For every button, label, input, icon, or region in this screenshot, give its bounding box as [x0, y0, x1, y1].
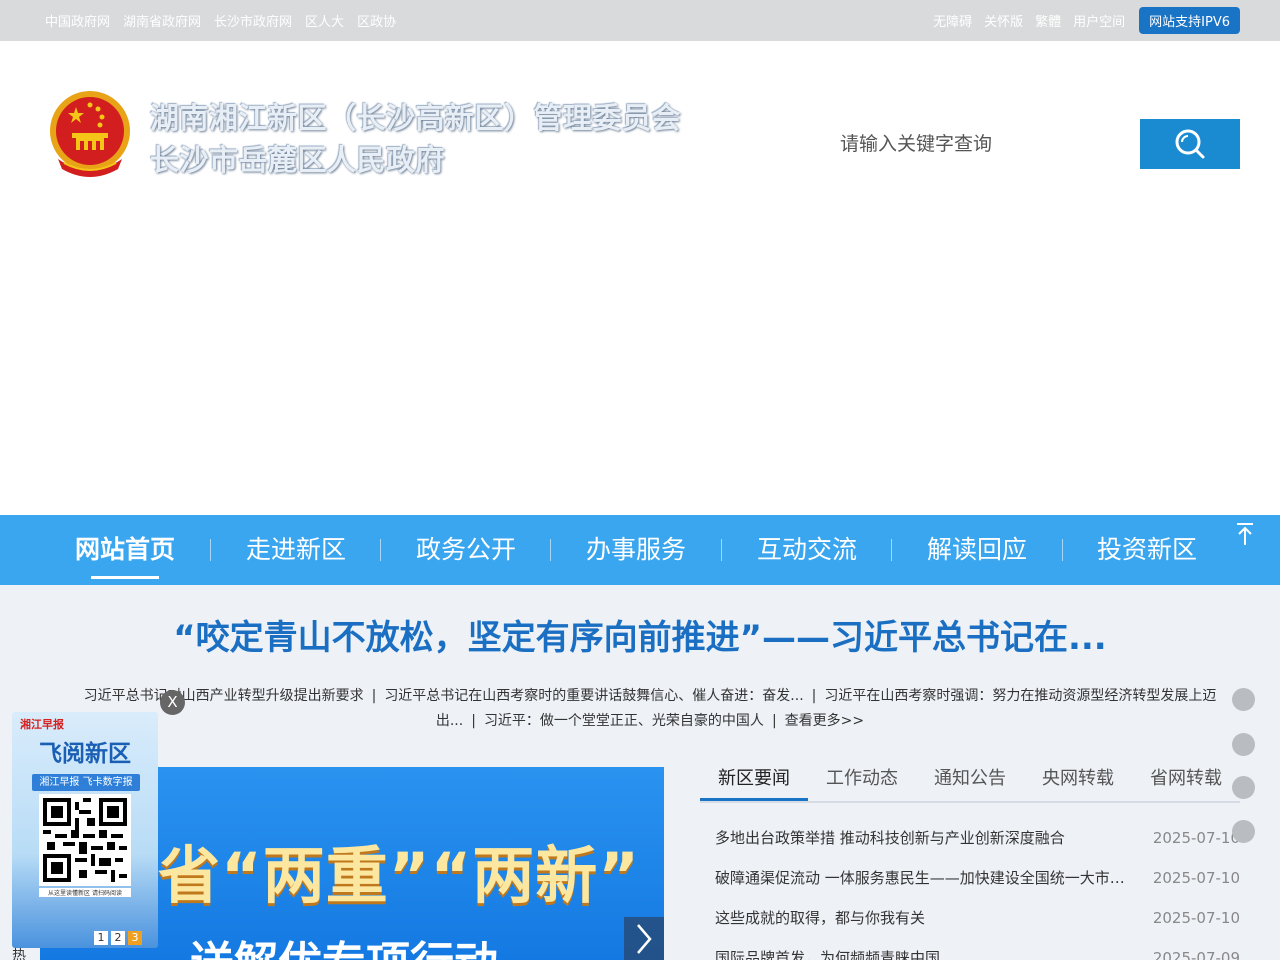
link-user-space[interactable]: 用户空间: [1073, 11, 1125, 30]
nav-active-indicator: [91, 576, 159, 579]
nav-investment[interactable]: 投资新区: [1077, 515, 1217, 585]
headline-title[interactable]: “咬定青山不放松，坚定有序向前推进”——习近平总书记在...: [0, 612, 1280, 664]
ad-title: 飞阅新区: [39, 740, 131, 767]
tab-central-repost[interactable]: 央网转载: [1024, 760, 1132, 801]
site-title-line2: 长沙市岳麓区人民政府: [150, 143, 446, 177]
side-float-button-4[interactable]: [1232, 820, 1255, 843]
site-title: 湖南湘江新区（长沙高新区）管理委员会 长沙市岳麓区人民政府: [150, 97, 681, 181]
tab-work-updates[interactable]: 工作动态: [808, 760, 916, 801]
nav-divider: [550, 539, 551, 561]
main-nav: 网站首页 走进新区 政务公开 办事服务 互动交流 解读回应 投资新区: [0, 515, 1280, 585]
nav-divider: [1062, 539, 1063, 561]
ad-qr-hint: 从这里读懂新区 请扫码阅读: [39, 888, 131, 897]
news-date: 2025-07-10: [1152, 909, 1240, 927]
nav-interaction[interactable]: 互动交流: [737, 515, 877, 585]
more-link[interactable]: 查看更多>>: [785, 713, 864, 729]
search-icon: [1175, 129, 1205, 159]
banner-subheadline-text: 送解优专项行动: [190, 927, 498, 960]
nav-divider: [891, 539, 892, 561]
related-link-4[interactable]: 习近平：做一个堂堂正正、光荣自豪的中国人: [484, 713, 764, 729]
carousel-next-button[interactable]: [624, 917, 664, 960]
link-hunan-gov[interactable]: 湖南省政府网: [123, 11, 201, 30]
related-link-2[interactable]: 习近平总书记在山西考察时的重要讲话鼓舞信心、催人奋进：奋发...: [384, 688, 803, 704]
national-emblem-icon: [50, 91, 130, 177]
link-district-npc[interactable]: 区人大: [305, 11, 344, 30]
ipv6-badge[interactable]: 网站支持IPV6: [1139, 7, 1240, 34]
link-changsha-gov[interactable]: 长沙市政府网: [214, 11, 292, 30]
ad-page-1[interactable]: 1: [94, 931, 108, 945]
nav-about[interactable]: 走进新区: [226, 515, 366, 585]
close-ad-button[interactable]: X: [160, 690, 185, 715]
nav-divider: [210, 539, 211, 561]
related-link-1[interactable]: 习近平总书记对山西产业转型升级提出新要求: [84, 688, 364, 704]
site-title-line1: 湖南湘江新区（长沙高新区）管理委员会: [150, 101, 682, 135]
list-item[interactable]: 国际品牌首发，为何频频青睐中国 2025-07-09: [700, 940, 1240, 960]
nav-divider: [380, 539, 381, 561]
nav-services[interactable]: 办事服务: [566, 515, 706, 585]
ad-page-3[interactable]: 3: [128, 931, 142, 945]
link-district-cppcc[interactable]: 区政协: [357, 11, 396, 30]
tab-district-news[interactable]: 新区要闻: [700, 760, 808, 801]
tab-notices[interactable]: 通知公告: [916, 760, 1024, 801]
top-utility-bar: 中国政府网 湖南省政府网 长沙市政府网 区人大 区政协 无障碍 关怀版 繁體 用…: [0, 0, 1280, 41]
ad-subtitle: 湘江早报 飞卡数字报: [32, 774, 140, 791]
link-accessibility[interactable]: 无障碍: [933, 11, 972, 30]
list-item[interactable]: 多地出台政策举措 推动科技创新与产业创新深度融合 2025-07-10: [700, 820, 1240, 860]
floating-ad-digital-paper[interactable]: 湘江早报 飞阅新区 湘江早报 飞卡数字报 从这里读懂新区 请扫码阅读 1 2 3: [12, 712, 158, 948]
chevron-right-icon: [637, 923, 652, 954]
header-banner: 湖南湘江新区（长沙高新区）管理委员会 长沙市岳麓区人民政府: [0, 41, 1280, 515]
ad-pagination: 1 2 3: [94, 931, 142, 945]
link-care-mode[interactable]: 关怀版: [984, 11, 1023, 30]
news-title[interactable]: 多地出台政策举措 推动科技创新与产业创新深度融合: [715, 820, 1130, 856]
nav-interpretation[interactable]: 解读回应: [907, 515, 1047, 585]
search-box: [825, 119, 1140, 169]
accessibility-links: 无障碍 关怀版 繁體 用户空间 网站支持IPV6: [933, 0, 1240, 41]
news-date: 2025-07-10: [1152, 869, 1240, 887]
news-title[interactable]: 国际品牌首发，为何频频青睐中国: [715, 940, 1130, 960]
news-date: 2025-07-10: [1152, 829, 1240, 847]
list-item[interactable]: 破障通渠促流动 一体服务惠民生——加快建设全国统一大市场... 2025-07-…: [700, 860, 1240, 900]
news-title[interactable]: 这些成就的取得，都与你我有关: [715, 900, 1130, 936]
news-list: 多地出台政策举措 推动科技创新与产业创新深度融合 2025-07-10 破障通渠…: [700, 820, 1240, 960]
side-float-button-3[interactable]: [1232, 776, 1255, 799]
news-tabs: 新区要闻 工作动态 通知公告 央网转载 省网转载: [700, 760, 1240, 803]
tab-provincial-repost[interactable]: 省网转载: [1132, 760, 1240, 801]
back-to-top-icon[interactable]: [1234, 521, 1256, 547]
qr-code-icon: [39, 794, 131, 886]
banner-headline-text: 省“两重”“两新”: [158, 839, 640, 912]
side-float-button-1[interactable]: [1232, 688, 1255, 711]
news-date: 2025-07-09: [1152, 949, 1240, 960]
list-item[interactable]: 这些成就的取得，都与你我有关 2025-07-10: [700, 900, 1240, 940]
news-title[interactable]: 破障通渠促流动 一体服务惠民生——加快建设全国统一大市场...: [715, 860, 1130, 896]
external-links: 中国政府网 湖南省政府网 长沙市政府网 区人大 区政协: [45, 0, 396, 41]
nav-home[interactable]: 网站首页: [55, 515, 195, 585]
nav-divider: [721, 539, 722, 561]
headline-related-links: 习近平总书记对山西产业转型升级提出新要求 | 习近平总书记在山西考察时的重要讲话鼓舞…: [83, 688, 1217, 729]
hot-topics-label: 热: [12, 948, 26, 960]
side-float-button-2[interactable]: [1232, 733, 1255, 756]
search-input[interactable]: [825, 119, 1125, 169]
nav-gov-affairs[interactable]: 政务公开: [396, 515, 536, 585]
link-china-gov[interactable]: 中国政府网: [45, 11, 110, 30]
search-button[interactable]: [1140, 119, 1240, 169]
ad-page-2[interactable]: 2: [111, 931, 125, 945]
ad-newspaper-logo: 湘江早报: [20, 718, 64, 731]
link-traditional-chinese[interactable]: 繁體: [1035, 11, 1061, 30]
